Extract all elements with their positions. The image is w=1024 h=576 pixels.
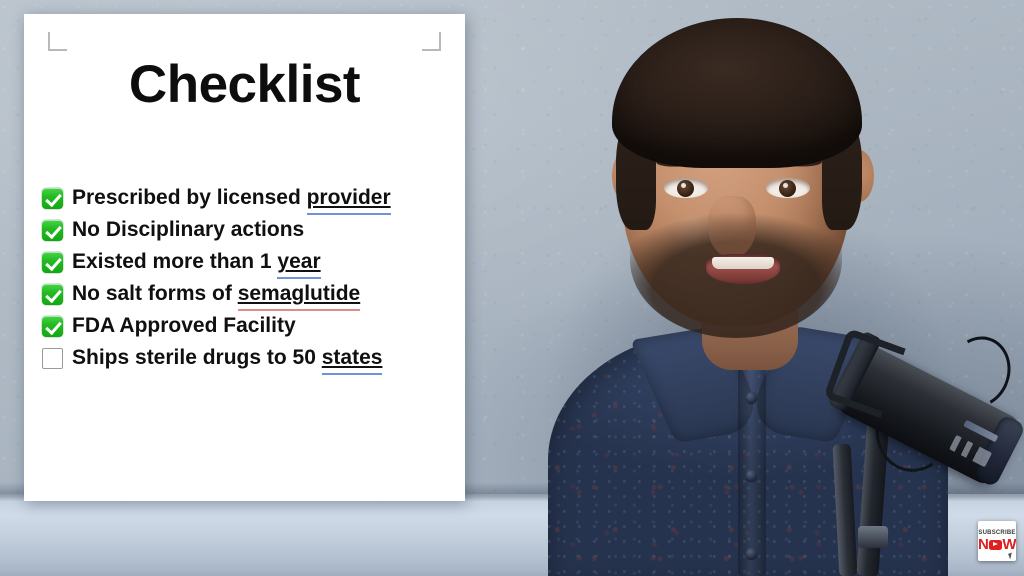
youtube-play-icon: [988, 539, 1002, 550]
checklist-item-text: No Disciplinary actions: [72, 218, 305, 241]
slide-title: Checklist: [128, 55, 361, 114]
checklist-item-label: No Disciplinary actions: [72, 218, 304, 242]
subscribe-now-w: W: [1002, 536, 1016, 553]
checklist-item-label: Ships sterile drugs to 50 states: [72, 346, 382, 370]
presenter-teeth: [712, 257, 774, 269]
subscribe-now-n: N: [978, 536, 989, 553]
checklist-item[interactable]: No Disciplinary actions: [42, 214, 455, 246]
checklist-item-text: FDA Approved Facility: [72, 314, 296, 337]
checklist-item-label: Existed more than 1 year: [72, 250, 321, 274]
checkbox-checked-icon[interactable]: [42, 251, 63, 273]
presenter-nose: [708, 196, 756, 258]
checkbox-checked-icon[interactable]: [42, 315, 63, 337]
slide-corner-mark-top-left: [48, 32, 67, 51]
subscribe-now-row: N W: [978, 537, 1016, 552]
presenter-eye-right: [766, 178, 810, 198]
presenter-iris-left: [677, 180, 694, 197]
checklist-item[interactable]: Ships sterile drugs to 50 states: [42, 342, 455, 374]
checklist-item-label: No salt forms of semaglutide: [72, 282, 360, 306]
microphone-switches: [949, 434, 993, 468]
presentation-slide: Checklist Prescribed by licensed provide…: [24, 14, 465, 501]
checklist-item-text: Ships sterile drugs to 50: [72, 346, 322, 369]
checklist-item[interactable]: Existed more than 1 year: [42, 246, 455, 278]
checklist-item[interactable]: Prescribed by licensed provider: [42, 182, 455, 214]
grammar-underlined-word: year: [277, 250, 321, 273]
checklist-item-text: Existed more than 1: [72, 250, 278, 273]
checklist: Prescribed by licensed provider No Discip…: [42, 182, 455, 374]
shirt-button: [746, 392, 757, 403]
checklist-item-label: Prescribed by licensed provider: [72, 186, 391, 210]
subscribe-now-badge[interactable]: SUBSCRIBE N W: [978, 521, 1016, 561]
cursor-icon: [1008, 552, 1014, 560]
shirt-button: [746, 470, 757, 481]
presenter-mouth: [706, 254, 780, 284]
checklist-item-text: No salt forms of: [72, 282, 238, 305]
shirt-button: [746, 548, 757, 559]
checkbox-checked-icon[interactable]: [42, 219, 63, 241]
grammar-underlined-word: provider: [306, 186, 391, 209]
checkbox-checked-icon[interactable]: [42, 187, 63, 209]
shirt-placket: [738, 350, 766, 576]
video-frame: SUBSCRIBE N W Checklist Prescribed by li…: [0, 0, 1024, 576]
checklist-item[interactable]: FDA Approved Facility: [42, 310, 455, 342]
checklist-item-text: Prescribed by licensed: [72, 186, 307, 209]
checklist-item[interactable]: No salt forms of semaglutide: [42, 278, 455, 310]
microphone-stand-collar: [858, 526, 888, 548]
grammar-underlined-word: states: [321, 346, 383, 369]
spellcheck-underlined-word: semaglutide: [237, 282, 361, 305]
checkbox-checked-icon[interactable]: [42, 283, 63, 305]
presenter-iris-right: [779, 180, 796, 197]
checkbox-unchecked-icon[interactable]: [42, 347, 63, 369]
slide-corner-mark-top-right: [422, 32, 441, 51]
presenter-eye-left: [664, 178, 708, 198]
checklist-item-label: FDA Approved Facility: [72, 314, 296, 338]
